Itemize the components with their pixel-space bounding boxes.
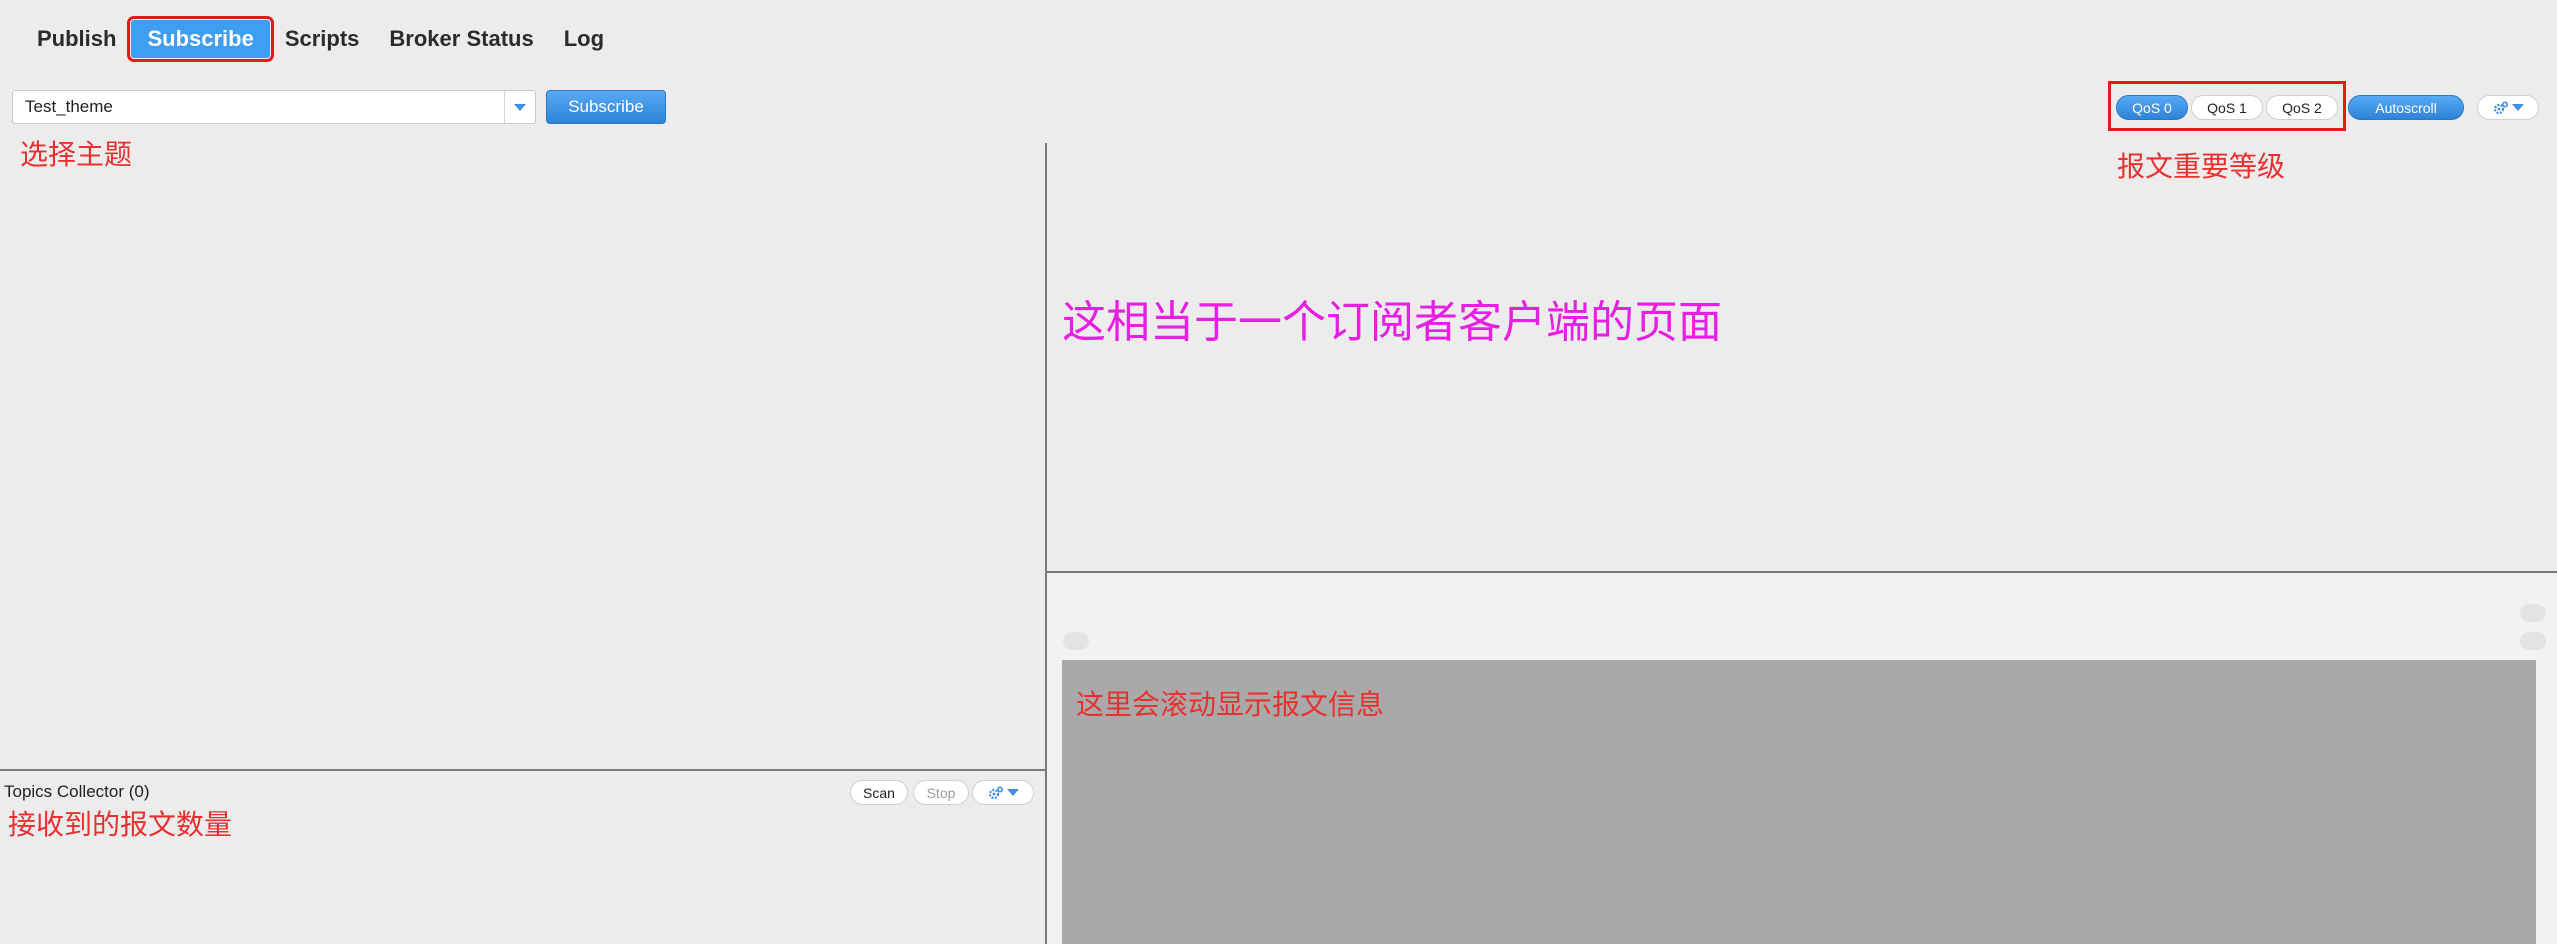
topics-collector-title: Topics Collector (0) [4,782,150,801]
annotation-message-count: 接收到的报文数量 [8,808,233,841]
scan-button[interactable]: Scan [850,780,908,805]
topic-value[interactable]: Test_theme [13,97,504,117]
chevron-down-icon [1006,789,1019,796]
qos-2-button[interactable]: QoS 2 [2266,95,2338,120]
annotation-qos-level: 报文重要等级 [2117,150,2286,183]
chevron-down-icon [514,103,526,111]
annotation-select-topic: 选择主题 [20,138,133,171]
topic-select[interactable]: Test_theme [12,90,536,124]
tab-broker-status[interactable]: Broker Status [374,20,548,58]
annotation-page-description: 这相当于一个订阅者客户端的页面 [1062,297,1722,348]
panel-divider-left[interactable] [0,769,1045,771]
message-panel-control[interactable] [2520,632,2546,650]
main-nav: Publish Subscribe Scripts Broker Status … [22,16,619,62]
tab-subscribe[interactable]: Subscribe [127,16,274,62]
subscribe-button[interactable]: Subscribe [546,90,666,124]
tab-scripts[interactable]: Scripts [270,20,375,58]
gear-icon [2493,100,2508,114]
qos-1-button[interactable]: QoS 1 [2191,95,2263,120]
stop-button[interactable]: Stop [913,780,969,805]
message-panel-control[interactable] [2520,604,2546,622]
gear-icon [988,785,1003,799]
mqtt-client-window: Publish Subscribe Scripts Broker Status … [0,0,2557,944]
collector-settings-button[interactable] [972,780,1034,805]
topic-dropdown-button[interactable] [504,91,535,123]
autoscroll-button[interactable]: Autoscroll [2348,95,2464,120]
message-panel-control[interactable] [1063,632,1089,650]
message-settings-button[interactable] [2477,95,2539,120]
tab-publish[interactable]: Publish [22,20,131,58]
annotation-message-scroll: 这里会滚动显示报文信息 [1076,688,1385,721]
chevron-down-icon [2511,104,2524,111]
qos-0-button[interactable]: QoS 0 [2116,95,2188,120]
tab-log[interactable]: Log [549,20,619,58]
